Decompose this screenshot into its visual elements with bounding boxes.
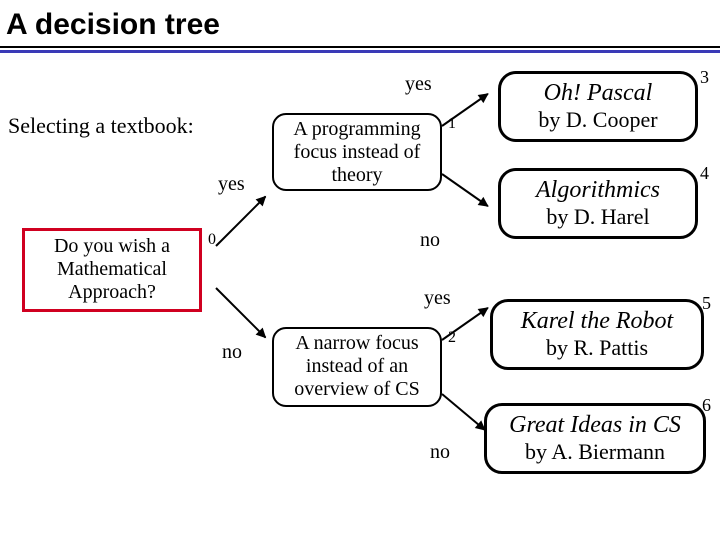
diagram-canvas: Selecting a textbook: Do you wish a Math…: [0, 53, 720, 533]
book-3-number: 3: [700, 67, 709, 88]
label-yes-top: yes: [405, 73, 432, 96]
book-6-title: Great Ideas in CS: [495, 412, 695, 439]
node-1-text: A programming focus instead of theory: [277, 118, 437, 187]
label-yes-mid: yes: [218, 173, 245, 196]
node-0-number: 0: [208, 231, 216, 249]
arrow-2-to-6: [441, 393, 485, 431]
book-3: Oh! Pascal by D. Cooper: [498, 71, 698, 142]
book-5: Karel the Robot by R. Pattis: [490, 299, 704, 370]
page-title: A decision tree: [0, 0, 720, 46]
book-6-number: 6: [702, 395, 711, 416]
arrow-2-to-5: [441, 307, 488, 341]
book-4-number: 4: [700, 163, 709, 184]
book-4: Algorithmics by D. Harel: [498, 168, 698, 239]
book-5-author: by R. Pattis: [501, 335, 693, 361]
arrow-1-to-3: [441, 93, 488, 127]
subtitle: Selecting a textbook:: [8, 113, 194, 139]
book-4-title: Algorithmics: [509, 177, 687, 204]
label-no-from1: no: [420, 229, 440, 252]
arrow-0-to-2: [215, 287, 266, 338]
book-3-author: by D. Cooper: [509, 107, 687, 133]
node-0-text: Do you wish a Mathematical Approach?: [32, 235, 192, 304]
book-6: Great Ideas in CS by A. Biermann: [484, 403, 706, 474]
arrow-0-to-1: [215, 196, 266, 247]
label-no-branch: no: [222, 341, 242, 364]
divider-black: [0, 46, 720, 48]
book-6-author: by A. Biermann: [495, 439, 695, 465]
book-5-title: Karel the Robot: [501, 308, 693, 335]
arrow-1-to-4: [441, 173, 488, 207]
label-yes-bot: yes: [424, 287, 451, 310]
node-2-text: A narrow focus instead of an overview of…: [277, 332, 437, 401]
book-3-title: Oh! Pascal: [509, 80, 687, 107]
book-5-number: 5: [702, 293, 711, 314]
label-no-bot: no: [430, 441, 450, 464]
book-4-author: by D. Harel: [509, 204, 687, 230]
